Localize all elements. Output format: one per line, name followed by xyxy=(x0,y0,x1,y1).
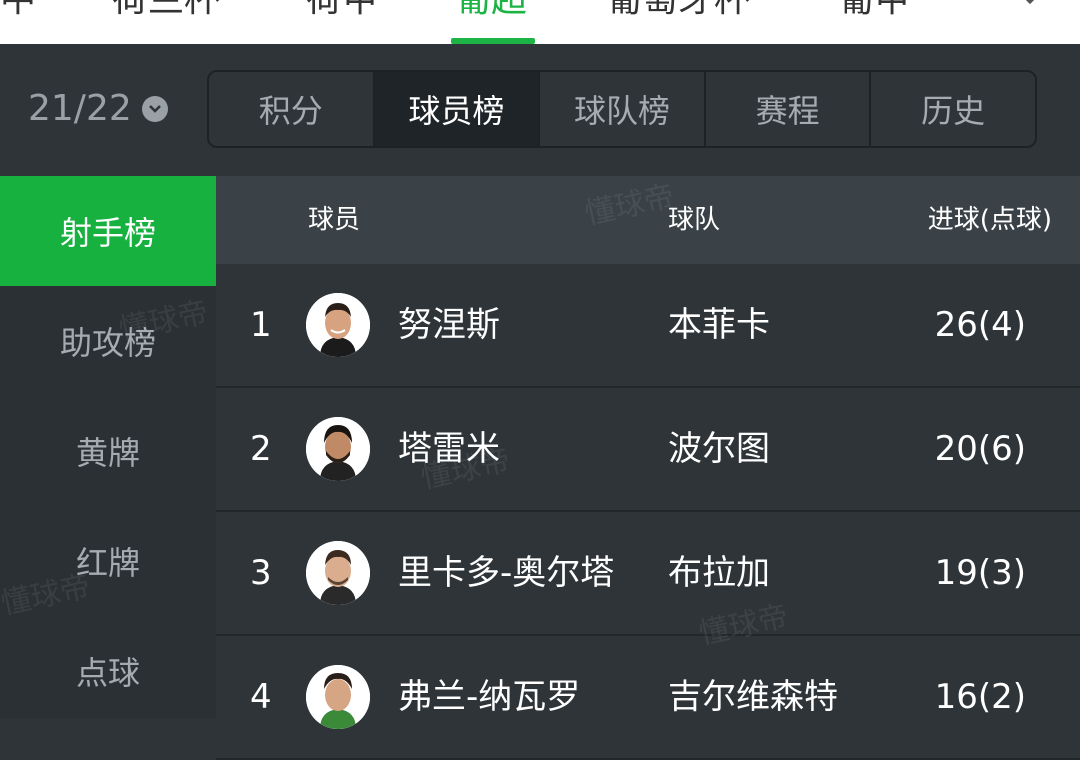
column-header-player: 球员 xyxy=(308,205,361,235)
goals-count: 16(2) xyxy=(934,677,1026,717)
tab-schedule[interactable]: 赛程 xyxy=(703,72,870,146)
tab-player-rankings[interactable]: 球员榜 xyxy=(372,72,539,146)
chevron-down-icon[interactable] xyxy=(1016,0,1044,10)
nav-item-dutch-cup[interactable]: 荷兰杯 xyxy=(112,0,220,22)
nav-item-partial[interactable]: 中 xyxy=(0,0,36,22)
chevron-down-icon xyxy=(141,95,168,122)
table-row[interactable]: 3 里卡多-奥尔塔 布拉加 19(3) xyxy=(216,512,1080,636)
rank: 4 xyxy=(250,677,272,717)
season-selector[interactable]: 21/22 xyxy=(28,88,168,129)
league-nav: 中 荷兰杯 荷甲 葡超 葡萄牙杯 葡甲 xyxy=(0,0,1080,44)
avatar xyxy=(306,541,370,605)
player-name: 里卡多-奥尔塔 xyxy=(398,553,615,593)
team-name: 本菲卡 xyxy=(668,305,770,345)
sidebar-item-yellow-cards[interactable]: 黄牌 xyxy=(0,396,216,506)
section-tabs: 积分 球员榜 球队榜 赛程 历史 xyxy=(207,70,1037,148)
nav-item-primeira-liga[interactable]: 葡超 xyxy=(455,0,527,22)
tab-team-rankings[interactable]: 球队榜 xyxy=(538,72,704,146)
avatar xyxy=(306,665,370,729)
table-header: 球员 球队 进球(点球) xyxy=(216,176,1080,264)
sidebar-item-red-cards[interactable]: 红牌 xyxy=(0,506,216,616)
rank: 2 xyxy=(250,429,272,469)
nav-item-taca-portugal[interactable]: 葡萄牙杯 xyxy=(606,0,750,22)
column-header-team: 球队 xyxy=(668,205,721,235)
stats-sidebar: 射手榜 助攻榜 黄牌 红牌 点球 xyxy=(0,176,216,718)
goals-count: 20(6) xyxy=(934,429,1026,469)
team-name: 布拉加 xyxy=(668,553,770,593)
nav-item-eredivisie[interactable]: 荷甲 xyxy=(306,0,378,22)
player-name: 塔雷米 xyxy=(398,429,500,469)
table-row[interactable]: 1 努涅斯 本菲卡 26(4) xyxy=(216,264,1080,388)
sidebar-item-assists[interactable]: 助攻榜 xyxy=(0,286,216,396)
player-name: 努涅斯 xyxy=(398,305,500,345)
goals-count: 26(4) xyxy=(934,305,1026,345)
column-header-goals: 进球(点球) xyxy=(927,205,1052,235)
team-name: 波尔图 xyxy=(668,429,770,469)
sidebar-item-penalties[interactable]: 点球 xyxy=(0,616,216,726)
tab-history[interactable]: 历史 xyxy=(869,72,1035,146)
nav-item-liga-portugal-2[interactable]: 葡甲 xyxy=(838,0,910,22)
rank: 3 xyxy=(250,553,272,593)
table-row[interactable]: 4 弗兰-纳瓦罗 吉尔维森特 16(2) xyxy=(216,636,1080,760)
scorers-table: 球员 球队 进球(点球) 1 努涅斯 本菲卡 26(4) 2 塔雷米 波尔图 2… xyxy=(216,176,1080,760)
sub-header: 21/22 积分 球员榜 球队榜 赛程 历史 xyxy=(0,44,1080,176)
season-label: 21/22 xyxy=(28,88,132,129)
avatar xyxy=(306,417,370,481)
player-name: 弗兰-纳瓦罗 xyxy=(398,677,581,717)
sidebar-item-top-scorers[interactable]: 射手榜 xyxy=(0,176,216,286)
avatar xyxy=(306,293,370,357)
team-name: 吉尔维森特 xyxy=(668,677,838,717)
rank: 1 xyxy=(250,305,272,345)
tab-standings[interactable]: 积分 xyxy=(209,72,373,146)
table-row[interactable]: 2 塔雷米 波尔图 20(6) xyxy=(216,388,1080,512)
goals-count: 19(3) xyxy=(934,553,1026,593)
